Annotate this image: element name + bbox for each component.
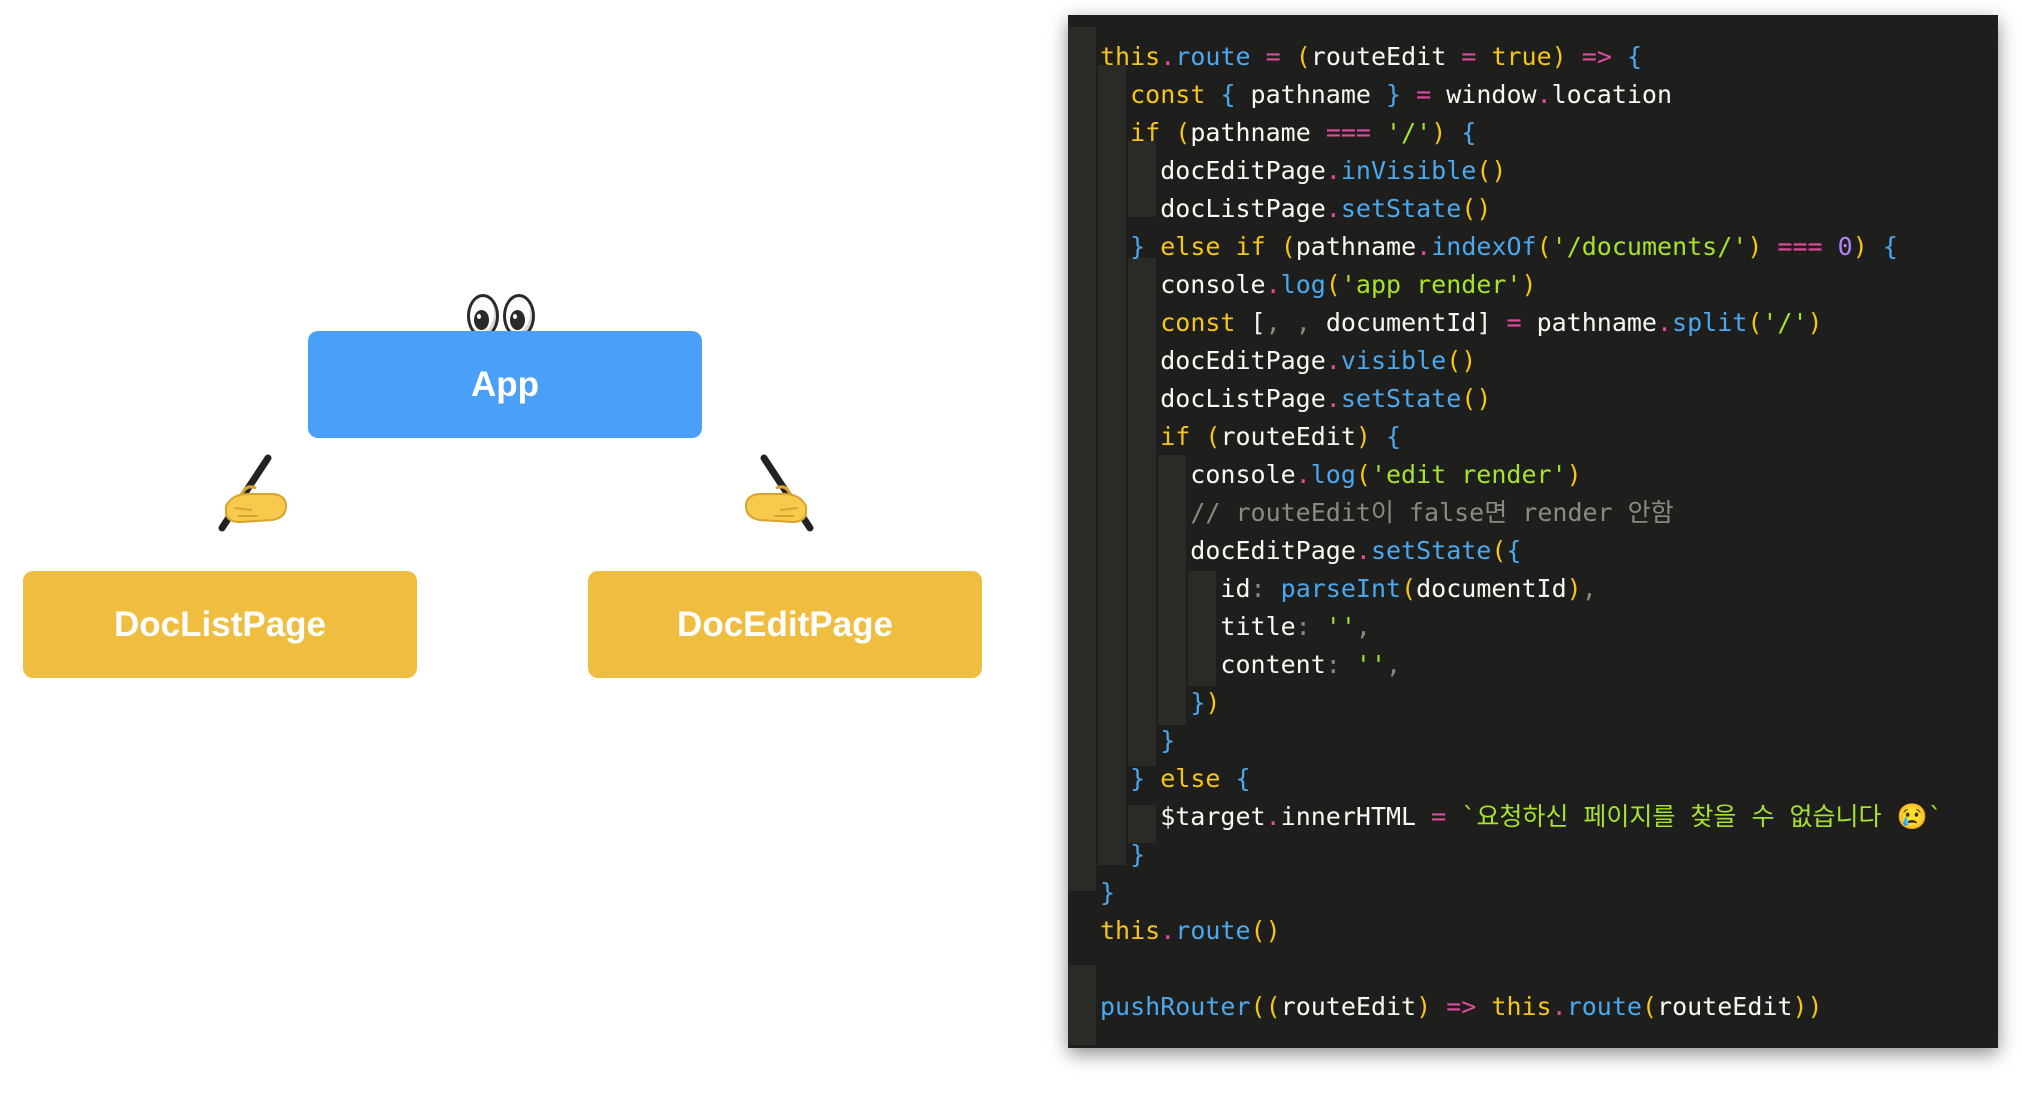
code-line: this.route = (routeEdit = true) => { <box>1100 42 1643 71</box>
code-line: console.log('app render') <box>1100 270 1537 299</box>
doc-list-page-node: DocListPage <box>23 571 417 678</box>
code-line: docListPage.setState() <box>1100 384 1492 413</box>
doc-list-page-label: DocListPage <box>114 604 326 644</box>
code-line: } else { <box>1130 764 1251 793</box>
code-line: content: '', <box>1100 650 1402 679</box>
writing-hand-icon <box>740 454 820 539</box>
code-line: this.route() <box>1100 916 1281 945</box>
code-line: $target.innerHTML = `요청하신 페이지를 찾을 수 없습니다… <box>1100 802 1943 831</box>
code-line: title: '', <box>1100 612 1371 641</box>
code-line: docEditPage.inVisible() <box>1100 156 1507 185</box>
code-line: } <box>1100 878 1116 907</box>
code-line: } <box>1130 840 1146 869</box>
code-line: // routeEdit이 false면 render 안함 <box>1190 498 1674 527</box>
code-line: const { pathname } = window.location <box>1130 80 1673 109</box>
code-line: docEditPage.visible() <box>1100 346 1477 375</box>
code-line: } else if (pathname.indexOf('/documents/… <box>1130 232 1898 261</box>
doc-edit-page-label: DocEditPage <box>677 604 893 644</box>
code-line: id: parseInt(documentId), <box>1100 574 1597 603</box>
writing-hand-icon <box>212 454 292 539</box>
code-line: }) <box>1190 688 1221 717</box>
code-line: } <box>1160 726 1176 755</box>
app-node-label: App <box>470 364 540 404</box>
code-panel: this.route = (routeEdit = true) => { con… <box>1068 15 1998 1048</box>
indent-guide <box>1068 965 1096 1045</box>
app-node: App <box>308 331 702 438</box>
code-line: docListPage.setState() <box>1100 194 1492 223</box>
code-line: console.log('edit render') <box>1100 460 1582 489</box>
code-line: docEditPage.setState({ <box>1100 536 1522 565</box>
indent-guide <box>1068 27 1096 891</box>
doc-edit-page-node: DocEditPage <box>588 571 982 678</box>
code-line: pushRouter((routeEdit) => this.route(rou… <box>1100 992 1823 1021</box>
code-line: if (pathname === '/') { <box>1130 118 1477 147</box>
code-line: const [, , documentId] = pathname.split(… <box>1160 308 1823 337</box>
code-line: if (routeEdit) { <box>1160 422 1402 451</box>
